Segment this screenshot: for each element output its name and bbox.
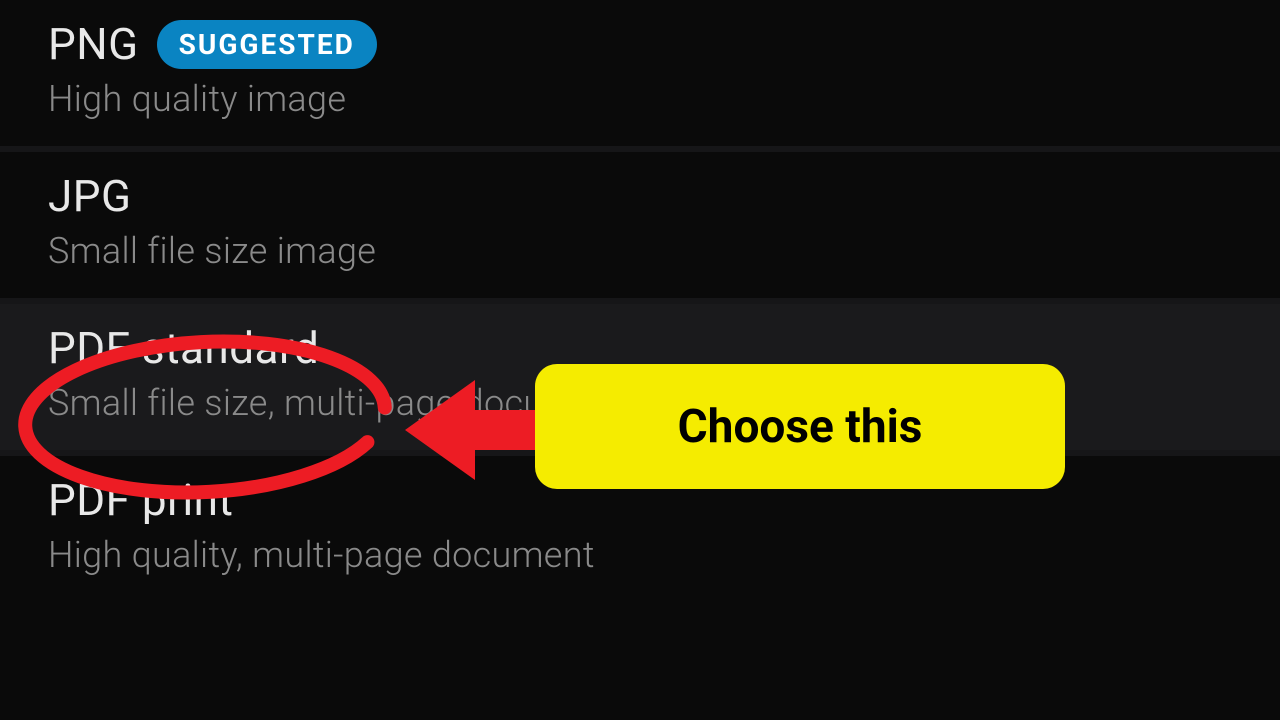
option-header: PDF standard <box>48 322 1232 374</box>
option-title: PDF standard <box>48 322 319 374</box>
option-title: JPG <box>48 170 132 222</box>
option-title: PDF print <box>48 474 233 526</box>
option-description: High quality, multi-page document <box>48 534 1232 576</box>
export-option-pdf-print[interactable]: PDF print High quality, multi-page docum… <box>0 456 1280 602</box>
suggested-badge: SUGGESTED <box>157 20 377 69</box>
export-option-png[interactable]: PNG SUGGESTED High quality image <box>0 0 1280 146</box>
option-description: Small file size image <box>48 230 1232 272</box>
option-title: PNG <box>48 18 139 70</box>
option-description: High quality image <box>48 78 1232 120</box>
export-option-jpg[interactable]: JPG Small file size image <box>0 152 1280 298</box>
option-header: PDF print <box>48 474 1232 526</box>
export-option-pdf-standard[interactable]: PDF standard Small file size, multi-page… <box>0 304 1280 450</box>
option-description: Small file size, multi-page document <box>48 382 1232 424</box>
option-header: PNG SUGGESTED <box>48 18 1232 70</box>
option-header: JPG <box>48 170 1232 222</box>
